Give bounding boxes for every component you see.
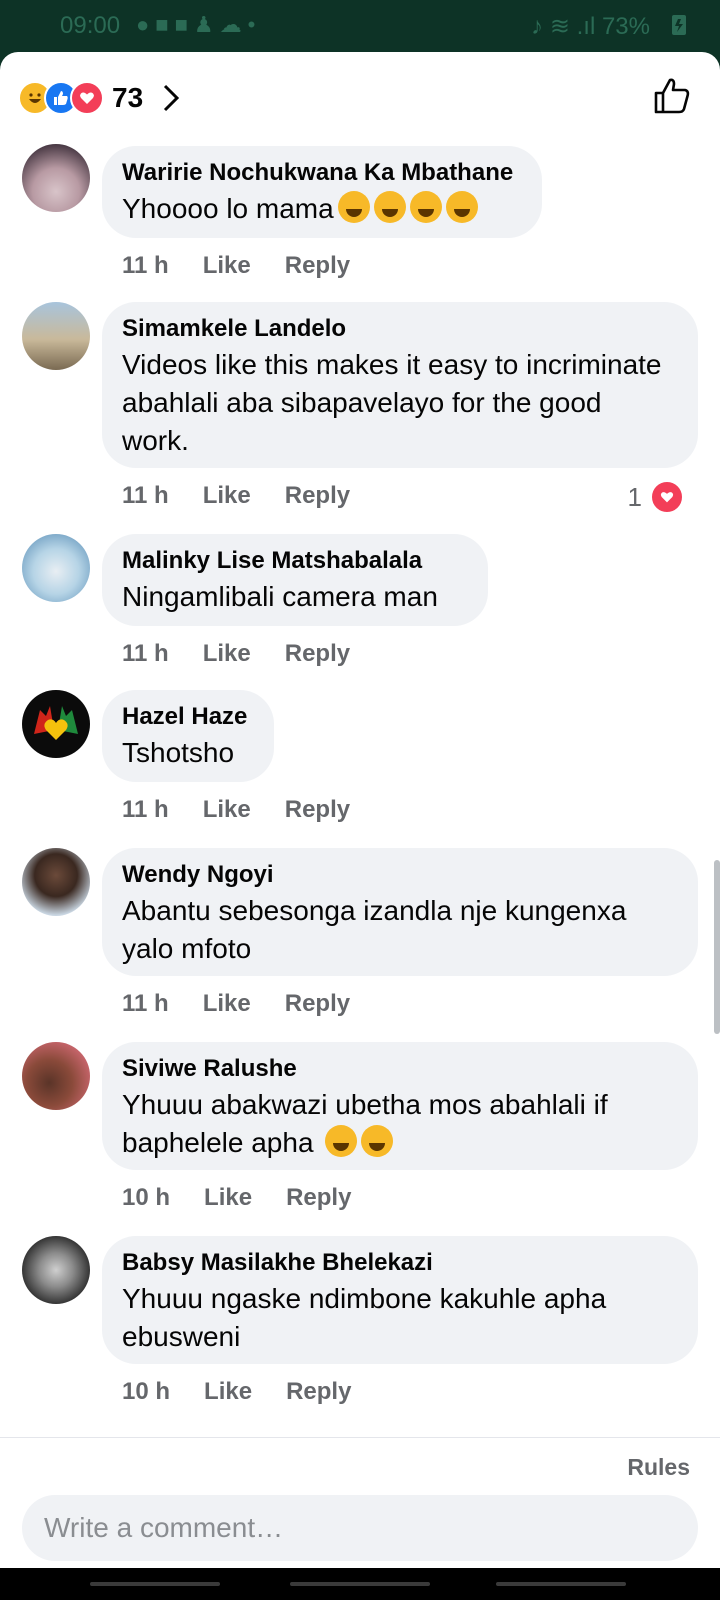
notification-icon: ♟: [193, 12, 220, 37]
comment-actions: 11 h Like Reply: [122, 640, 350, 668]
rules-link[interactable]: Rules: [627, 1454, 690, 1481]
comment-text: Yhoooo lo mama: [122, 190, 520, 228]
rofl-emoji-icon: [373, 191, 406, 223]
rofl-emoji-icon: [445, 191, 478, 223]
one-love-logo-icon: [34, 706, 78, 740]
comment-reaction[interactable]: 1: [628, 480, 684, 514]
avatar[interactable]: [22, 690, 90, 758]
comment-time: 10 h: [122, 1184, 171, 1211]
like-button[interactable]: Like: [204, 1184, 252, 1212]
comment-actions: 11 h Like Reply: [122, 796, 350, 824]
comment-bubble[interactable]: Babsy Masilakhe Bhelekazi Yhuuu ngaske n…: [102, 1236, 698, 1364]
scrollbar[interactable]: [714, 860, 720, 1034]
comment-actions: 10 h Like Reply: [122, 1378, 351, 1406]
comment-time: 11 h: [122, 796, 169, 823]
rofl-emoji-icon: [409, 191, 442, 223]
dot-icon: •: [247, 12, 262, 37]
comment-time: 11 h: [122, 990, 169, 1017]
reaction-count: 73: [112, 82, 144, 113]
commenter-name[interactable]: Wendy Ngoyi: [122, 860, 676, 890]
comment-bubble[interactable]: Hazel Haze Tshotsho: [102, 690, 274, 782]
avatar[interactable]: [22, 302, 90, 370]
status-time: 09:00: [60, 12, 121, 39]
status-bar: 09:00 ●■■♟☁• ♪ ≋ .ıl 73%: [0, 0, 720, 52]
comment-input[interactable]: [22, 1495, 698, 1561]
comment-actions: 11 h Like Reply: [122, 252, 350, 280]
like-button[interactable]: Like: [204, 1378, 252, 1406]
reply-button[interactable]: Reply: [285, 796, 350, 824]
commenter-name[interactable]: Hazel Haze: [122, 702, 252, 732]
youtube-icon: ■: [155, 12, 175, 37]
comment-text: Ningamlibali camera man: [122, 581, 438, 612]
comment-text: Abantu sebesonga izandla nje kungenxa ya…: [122, 895, 627, 964]
facebook-icon: ●: [136, 12, 156, 37]
like-button[interactable]: Like: [203, 252, 251, 280]
comment-bubble[interactable]: Simamkele Landelo Videos like this makes…: [102, 302, 698, 468]
battery-icon: [672, 15, 686, 35]
comment-time: 10 h: [122, 1378, 171, 1405]
commenter-name[interactable]: Malinky Lise Matshabalala: [122, 546, 466, 576]
mute-icon: ♪: [531, 13, 544, 40]
chevron-right-icon: [164, 84, 180, 112]
avatar[interactable]: [22, 1236, 90, 1304]
notification-icons: ●■■♟☁•: [136, 12, 261, 38]
commenter-name[interactable]: Simamkele Landelo: [122, 314, 676, 344]
smirk-emoji-icon: [361, 1125, 394, 1157]
comment-time: 11 h: [122, 482, 169, 509]
like-button[interactable]: Like: [203, 482, 251, 510]
comment-text: Tshotsho: [122, 737, 235, 768]
nav-back[interactable]: [496, 1582, 626, 1586]
comment-composer-area: Rules: [0, 1437, 720, 1568]
like-button[interactable]: Like: [203, 796, 251, 824]
comment-actions: 11 h Like Reply: [122, 990, 350, 1018]
comment-time: 11 h: [122, 640, 169, 667]
crying-emoji-icon: [325, 1125, 358, 1157]
comments-sheet: 73 Waririe Nochukwana Ka Mbathane Yhoooo…: [0, 52, 720, 1568]
comment-actions: 10 h Like Reply: [122, 1184, 351, 1212]
signal-icon: .ıl: [576, 13, 596, 40]
avatar[interactable]: [22, 1042, 90, 1110]
commenter-name[interactable]: Babsy Masilakhe Bhelekazi: [122, 1248, 676, 1278]
comment-text: Yhuuu abakwazi ubetha mos abahlali if ba…: [122, 1089, 608, 1158]
comment-bubble[interactable]: Waririe Nochukwana Ka Mbathane Yhoooo lo…: [102, 146, 542, 238]
comment-text: Videos like this makes it easy to incrim…: [122, 349, 662, 456]
like-button[interactable]: Like: [203, 640, 251, 668]
status-right: ♪ ≋ .ıl 73%: [531, 12, 650, 41]
reply-button[interactable]: Reply: [286, 1378, 351, 1406]
reply-button[interactable]: Reply: [285, 640, 350, 668]
reply-button[interactable]: Reply: [286, 1184, 351, 1212]
weather-icon: ☁: [219, 12, 248, 37]
reactions-summary[interactable]: 73: [18, 76, 181, 120]
love-icon: [650, 480, 684, 514]
youtube-icon: ■: [174, 12, 194, 37]
reply-button[interactable]: Reply: [285, 990, 350, 1018]
avatar[interactable]: [22, 848, 90, 916]
wifi-icon: ≋: [549, 13, 570, 40]
reply-button[interactable]: Reply: [285, 482, 350, 510]
commenter-name[interactable]: Siviwe Ralushe: [122, 1054, 676, 1084]
comment-reaction-count: 1: [627, 481, 642, 512]
comment-time: 11 h: [122, 252, 169, 279]
nav-home[interactable]: [290, 1582, 430, 1586]
comment-text: Yhuuu ngaske ndimbone kakuhle apha ebusw…: [122, 1283, 607, 1352]
comment-bubble[interactable]: Siviwe Ralushe Yhuuu abakwazi ubetha mos…: [102, 1042, 698, 1170]
reply-button[interactable]: Reply: [285, 252, 350, 280]
love-icon: [70, 81, 104, 115]
battery-percent: 73%: [601, 13, 650, 40]
rofl-emoji-icon: [337, 191, 370, 223]
avatar[interactable]: [22, 534, 90, 602]
avatar[interactable]: [22, 144, 90, 212]
comment-bubble[interactable]: Wendy Ngoyi Abantu sebesonga izandla nje…: [102, 848, 698, 976]
nav-recents[interactable]: [90, 1582, 220, 1586]
like-outline-icon[interactable]: [652, 76, 692, 116]
comment-bubble[interactable]: Malinky Lise Matshabalala Ningamlibali c…: [102, 534, 488, 626]
navigation-bar: [0, 1568, 720, 1600]
comment-actions: 11 h Like Reply: [122, 482, 350, 510]
like-button[interactable]: Like: [203, 990, 251, 1018]
commenter-name[interactable]: Waririe Nochukwana Ka Mbathane: [122, 158, 520, 188]
